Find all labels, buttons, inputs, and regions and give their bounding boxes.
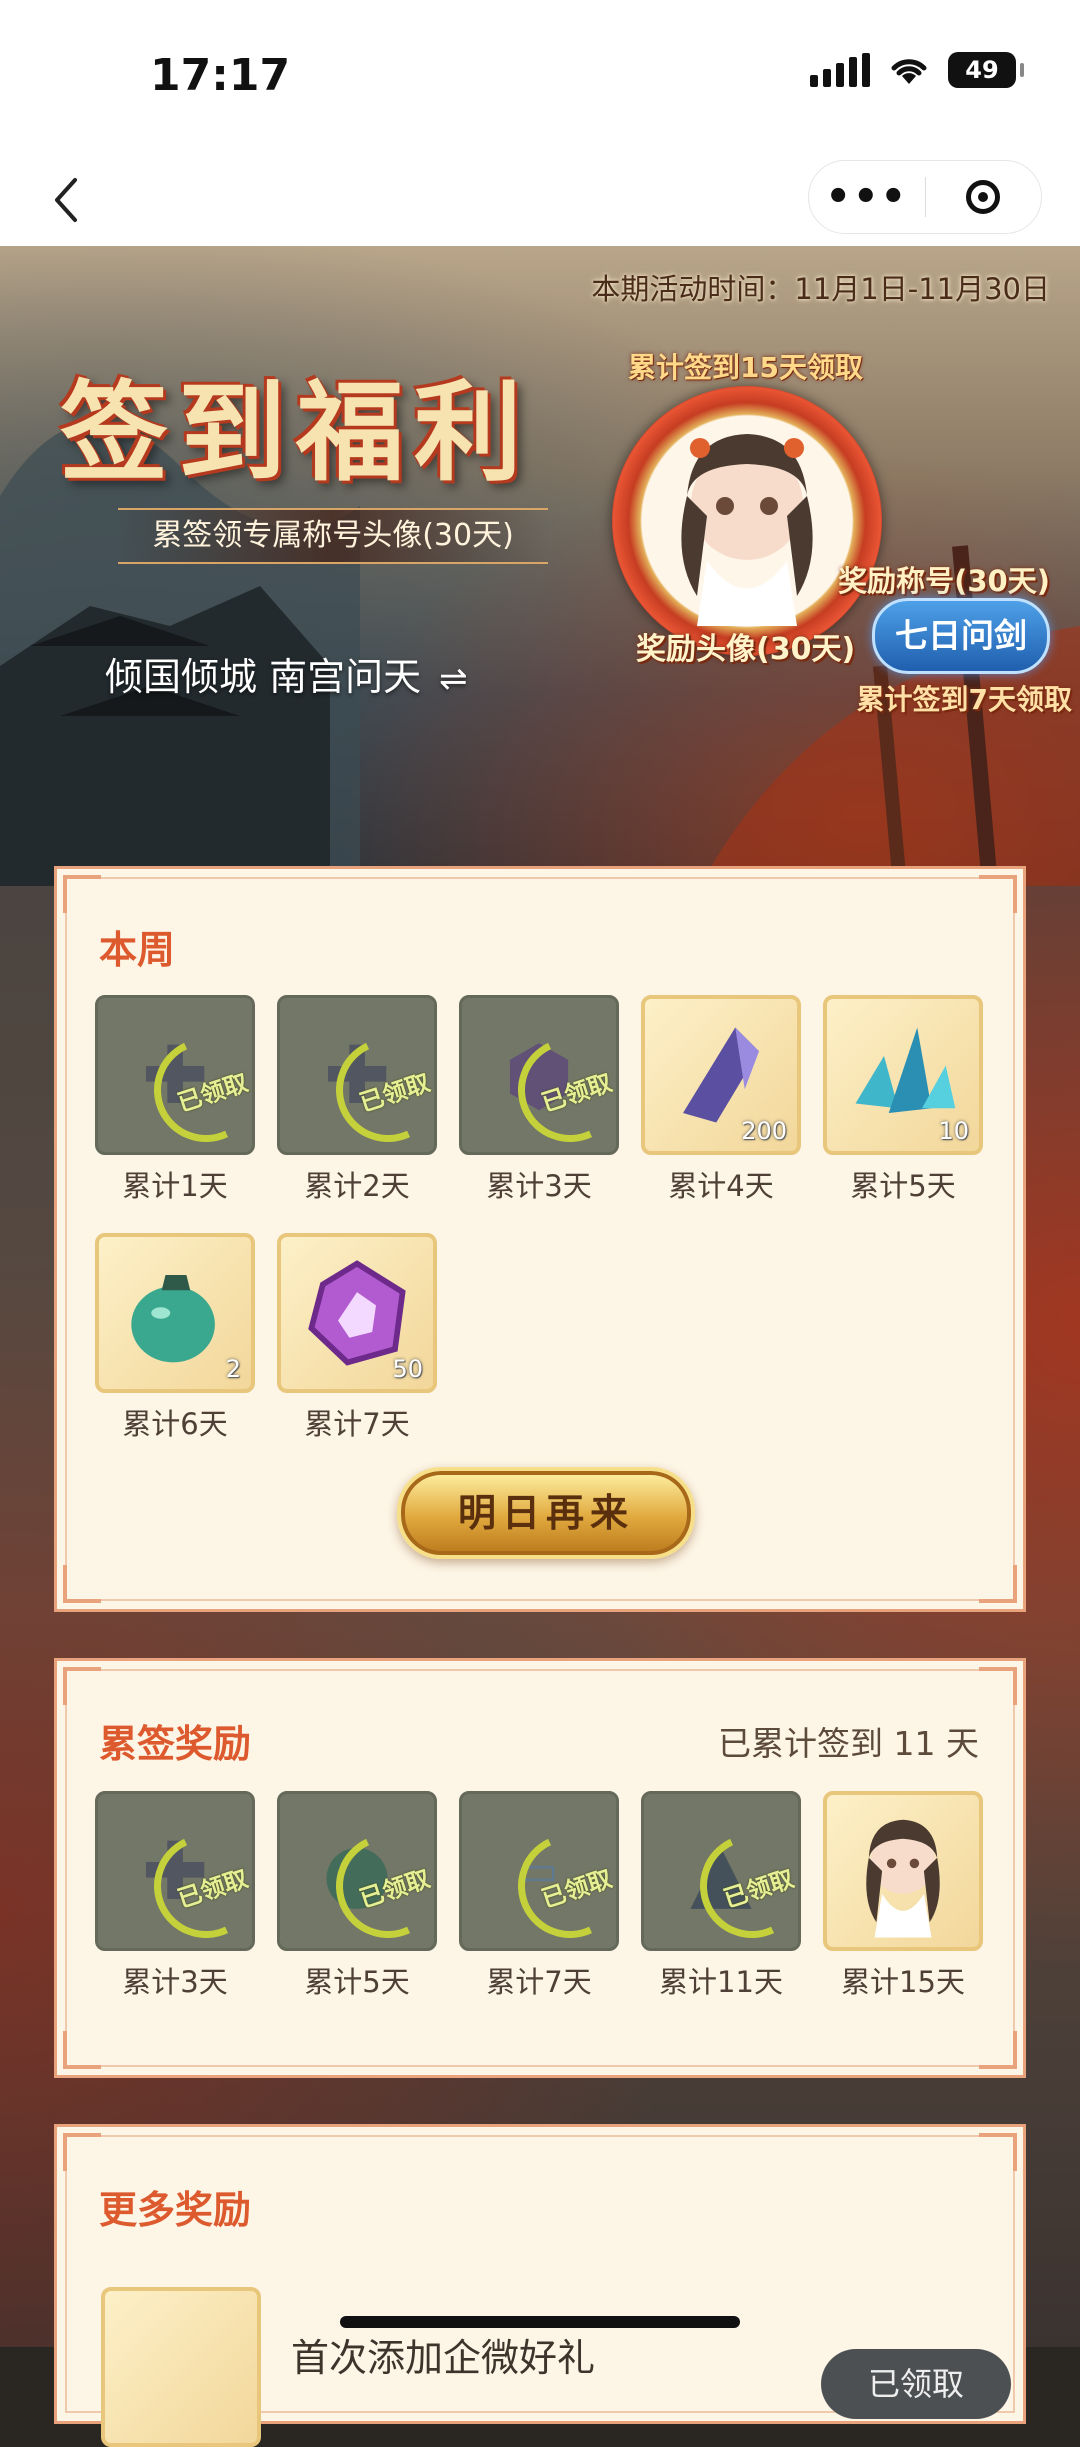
player-name-text: 倾国倾城 南宫问天 [105, 655, 422, 699]
weekly-reward-day7-label: 累计7天 [304, 1407, 410, 1441]
weekly-reward-day3-label: 累计3天 [486, 1169, 592, 1203]
more-dots-icon: ••• [825, 174, 909, 220]
cumulative-reward-7-label: 累计7天 [486, 1965, 592, 1999]
reward-avatar [612, 386, 882, 656]
item-count: 50 [392, 1355, 423, 1383]
avatar-requirement: 累计签到15天领取 [628, 351, 863, 384]
cumulative-reward-11-label: 累计11天 [659, 1965, 783, 1999]
swap-icon[interactable]: ⇌ [439, 659, 468, 699]
more-rewards-panel: 更多奖励 首次添加企微好礼 已领取 [54, 2124, 1026, 2447]
title-requirement: 累计签到7天领取 [856, 683, 1072, 716]
mini-program-capsule: ••• [808, 160, 1042, 234]
weekly-panel: 本周 ✚ 已领取 累计1天 ✚ 已领取 累计2天 ⬢ 已领取 累计3天 200 … [54, 866, 1026, 1612]
cumulative-reward-15[interactable] [823, 1791, 983, 1951]
weekly-reward-day6[interactable]: 2 [95, 1233, 255, 1393]
cumulative-reward-11[interactable]: ▲ 已领取 [641, 1791, 801, 1951]
battery-icon: 49 [948, 52, 1024, 88]
weekly-reward-day4[interactable]: 200 [641, 995, 801, 1155]
cumulative-reward-5-label: 累计5天 [304, 1965, 410, 1999]
chevron-left-icon [55, 178, 77, 222]
weekly-heading: 本周 [99, 928, 176, 972]
come-back-tomorrow-button[interactable]: 明日再来 [397, 1467, 695, 1559]
weekly-reward-day6-label: 累计6天 [122, 1407, 228, 1441]
target-icon [966, 180, 1001, 214]
status-bar: 17:17 49 [0, 0, 1080, 160]
cumulative-reward-15-label: 累计15天 [841, 1965, 965, 1999]
battery-level: 49 [965, 56, 999, 84]
home-indicator [340, 2316, 740, 2328]
weekly-reward-day5[interactable]: 10 [823, 995, 983, 1155]
nav-bar: ••• [0, 160, 1080, 246]
cumulative-summary: 已累计签到 11 天 [718, 1724, 979, 1763]
avatar-character-icon [681, 434, 813, 626]
more-rewards-heading: 更多奖励 [99, 2188, 252, 2232]
title-reward-label: 奖励称号(30天) [838, 564, 1050, 598]
weekly-reward-day2[interactable]: ✚ 已领取 [277, 995, 437, 1155]
purple-token-icon [101, 2287, 261, 2447]
cumulative-reward-3-label: 累计3天 [122, 1965, 228, 1999]
weekly-reward-day7[interactable]: 50 [277, 1233, 437, 1393]
cumulative-reward-5[interactable]: ● 已领取 [277, 1791, 437, 1951]
weekly-reward-day2-label: 累计2天 [304, 1169, 410, 1203]
weekly-reward-day1[interactable]: ✚ 已领取 [95, 995, 255, 1155]
hero-banner: 本期活动时间：11月1日-11月30日 签到福利 累签领专属称号头像(30天) … [0, 246, 1080, 886]
weekly-reward-day1-label: 累计1天 [122, 1169, 228, 1203]
item-count: 10 [938, 1117, 969, 1145]
close-mini-program-button[interactable] [926, 180, 1042, 214]
avatar-icon [866, 1819, 940, 1938]
more-button[interactable]: ••• [809, 174, 925, 220]
signal-icon [810, 53, 870, 87]
back-button[interactable] [36, 160, 96, 240]
hero-subtitle: 累签领专属称号头像(30天) [118, 508, 548, 564]
more-reward-claim-button[interactable]: 已领取 [821, 2349, 1011, 2419]
event-period: 本期活动时间：11月1日-11月30日 [591, 272, 1050, 306]
avatar-label: 奖励头像(30天) [636, 632, 856, 667]
cumulative-heading: 累签奖励 [99, 1722, 252, 1766]
wifi-icon [891, 59, 927, 84]
cumulative-reward-7[interactable]: ▭ 已领取 [459, 1791, 619, 1951]
cumulative-reward-3[interactable]: ✚ 已领取 [95, 1791, 255, 1951]
more-reward-text: 首次添加企微好礼 [291, 2336, 596, 2380]
status-time: 17:17 [150, 50, 291, 101]
weekly-reward-day4-label: 累计4天 [668, 1169, 774, 1203]
item-count: 200 [741, 1117, 787, 1145]
hero-title: 签到福利 [60, 370, 533, 496]
status-icons: 49 [810, 52, 1024, 88]
weekly-reward-day5-label: 累计5天 [850, 1169, 956, 1203]
weekly-reward-day3[interactable]: ⬢ 已领取 [459, 995, 619, 1155]
player-name[interactable]: 倾国倾城 南宫问天 ⇌ [105, 646, 468, 701]
title-badge: 七日问剑 [872, 598, 1050, 674]
cumulative-panel: 累签奖励 已累计签到 11 天 ✚ 已领取 累计3天 ● 已领取 累计5天 ▭ … [54, 1658, 1026, 2078]
more-reward-item: 首次添加企微好礼 已领取 [101, 2287, 1011, 2447]
item-count: 2 [225, 1355, 241, 1383]
